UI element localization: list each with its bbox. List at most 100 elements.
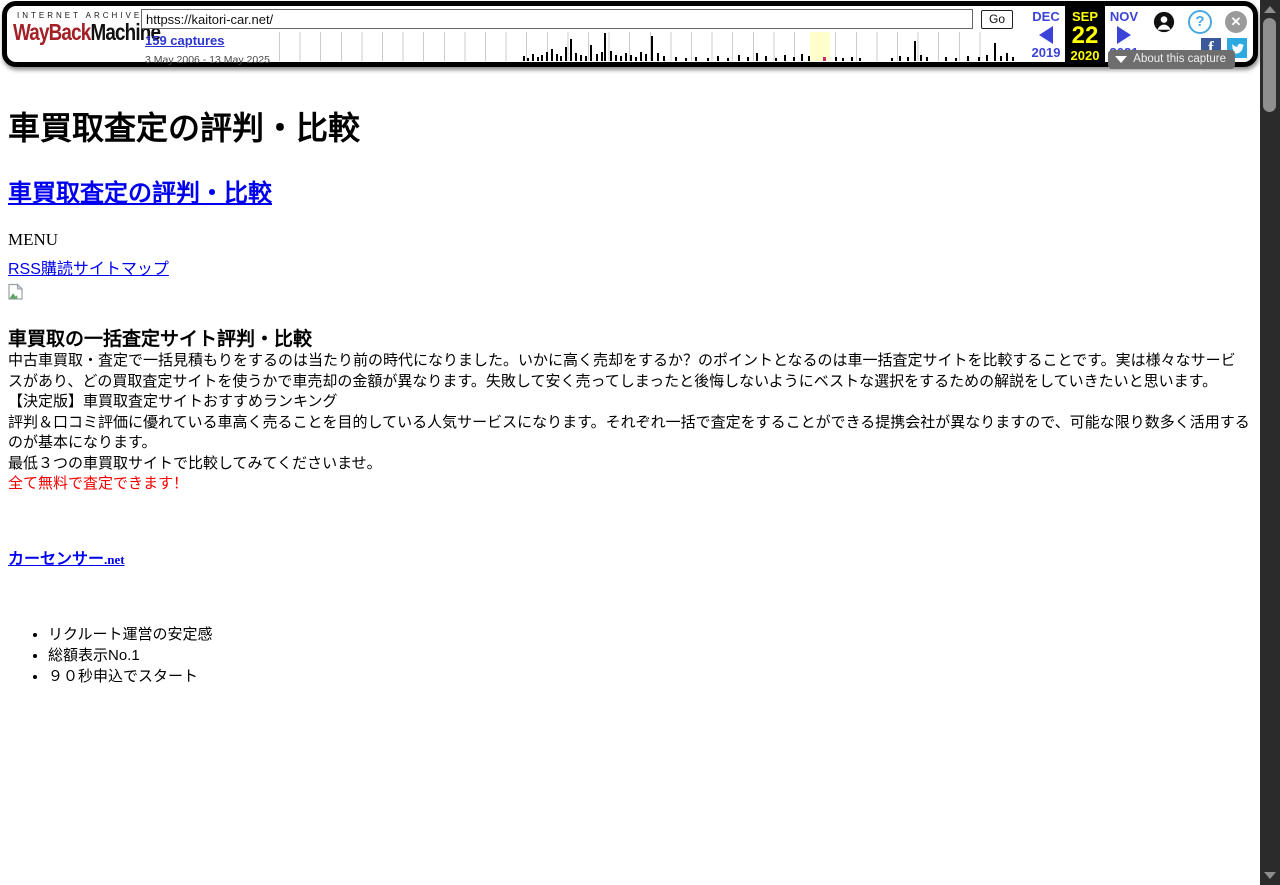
capture-bar[interactable]: [551, 49, 553, 61]
capture-bar[interactable]: [801, 54, 803, 61]
capture-bar[interactable]: [695, 57, 697, 61]
prev-year-label[interactable]: 2019: [1032, 45, 1061, 60]
capture-bar[interactable]: [793, 57, 795, 61]
capture-bar[interactable]: [926, 57, 928, 61]
capture-bar[interactable]: [620, 56, 622, 61]
capture-bar[interactable]: [585, 56, 587, 61]
scroll-up-arrow-icon[interactable]: [1264, 6, 1276, 13]
capture-bar[interactable]: [570, 39, 572, 61]
prev-capture-column: DEC 2019: [1027, 7, 1065, 61]
scrollbar-thumb[interactable]: [1263, 18, 1276, 112]
capture-bar[interactable]: [978, 57, 980, 61]
archived-page-content: 車買取査定の評判・比較 車買取査定の評判・比較 MENU RSS購読サイトマップ…: [8, 103, 1250, 687]
capture-bar[interactable]: [685, 58, 687, 61]
capture-bar[interactable]: [986, 55, 988, 61]
capture-bar[interactable]: [527, 58, 529, 61]
captures-date-range: 3 May 2006 - 13 May 2025: [145, 54, 277, 66]
capture-bar[interactable]: [560, 56, 562, 61]
capture-bar[interactable]: [640, 52, 642, 61]
capture-bar[interactable]: [663, 56, 665, 61]
capture-bar[interactable]: [635, 57, 637, 61]
toolbar-middle: Go 159 captures 3 May 2006 - 13 May 2025: [141, 7, 1021, 61]
captures-count-link[interactable]: 159 captures: [145, 33, 225, 48]
about-this-capture-label: About this capture: [1133, 53, 1226, 65]
capture-bar[interactable]: [899, 56, 901, 61]
capture-bar[interactable]: [891, 58, 893, 61]
capture-bar[interactable]: [920, 55, 922, 61]
help-icon[interactable]: ?: [1188, 10, 1212, 34]
capture-bar[interactable]: [604, 33, 606, 61]
capture-bar[interactable]: [775, 58, 777, 61]
list-item: ９０秒申込でスタート: [48, 666, 1250, 687]
capture-bar[interactable]: [859, 58, 861, 61]
page-title: 車買取査定の評判・比較: [8, 103, 1250, 149]
user-account-icon[interactable]: [1153, 11, 1175, 33]
capture-bar[interactable]: [851, 57, 853, 61]
capture-bar[interactable]: [675, 57, 677, 61]
review-paragraph: 評判＆口コミ評価に優れている車高く売ることを目的している人気サービスになります。…: [8, 413, 1250, 454]
about-this-capture-button[interactable]: About this capture: [1108, 50, 1235, 69]
capture-bar[interactable]: [596, 54, 598, 61]
page-scrollbar[interactable]: [1260, 0, 1280, 885]
capture-bar[interactable]: [994, 43, 996, 61]
capture-bar[interactable]: [727, 58, 729, 61]
capture-bar[interactable]: [601, 52, 603, 61]
capture-bar[interactable]: [756, 53, 758, 61]
capture-bar[interactable]: [842, 58, 844, 61]
capture-bar[interactable]: [651, 36, 653, 61]
section-heading: 車買取の一括査定サイト評判・比較: [8, 324, 1250, 351]
capture-bar[interactable]: [1006, 53, 1008, 61]
capture-bar[interactable]: [967, 56, 969, 61]
capture-bar[interactable]: [955, 58, 957, 61]
capture-bar[interactable]: [1012, 57, 1014, 61]
capture-bar[interactable]: [532, 54, 534, 61]
capture-bar[interactable]: [575, 53, 577, 61]
capture-bar[interactable]: [784, 55, 786, 61]
capture-bar[interactable]: [657, 53, 659, 61]
capture-bar[interactable]: [537, 57, 539, 61]
wayback-logo[interactable]: INTERNET ARCHIVE WayBackMachine: [13, 7, 137, 61]
capture-bar[interactable]: [541, 55, 543, 61]
archive-url-input[interactable]: [141, 9, 973, 29]
current-capture-highlight[interactable]: [810, 32, 830, 61]
capture-bar[interactable]: [546, 52, 548, 61]
prev-capture-arrow-icon[interactable]: [1039, 26, 1053, 44]
capture-bar[interactable]: [1000, 56, 1002, 61]
capture-bar[interactable]: [590, 45, 592, 61]
capture-bar[interactable]: [914, 41, 916, 61]
site-title-heading: 車買取査定の評判・比較: [8, 173, 1250, 208]
capture-bar[interactable]: [645, 54, 647, 61]
site-title-link[interactable]: 車買取査定の評判・比較: [8, 180, 272, 207]
capture-bar[interactable]: [565, 47, 567, 61]
capture-bar[interactable]: [523, 56, 525, 61]
broken-image-icon: [8, 283, 1250, 300]
capture-bar[interactable]: [738, 55, 740, 61]
capture-bar[interactable]: [747, 57, 749, 61]
go-button[interactable]: Go: [981, 10, 1013, 29]
next-capture-arrow-icon[interactable]: [1117, 26, 1131, 44]
capture-bar[interactable]: [808, 56, 810, 61]
chevron-down-icon: [1115, 56, 1127, 63]
current-capture-tick: [823, 57, 826, 61]
capture-bar[interactable]: [610, 51, 612, 61]
capture-bar[interactable]: [556, 54, 558, 61]
rss-line: RSS購読サイトマップ: [8, 255, 1250, 279]
capture-bar[interactable]: [615, 55, 617, 61]
capture-timeline[interactable]: [279, 32, 991, 61]
carsensor-link-jp: カーセンサー: [8, 551, 104, 568]
capture-bar[interactable]: [717, 56, 719, 61]
capture-bar[interactable]: [625, 53, 627, 61]
capture-bar[interactable]: [580, 55, 582, 61]
prev-month-label[interactable]: DEC: [1032, 9, 1059, 24]
capture-bar[interactable]: [630, 55, 632, 61]
capture-bar[interactable]: [907, 57, 909, 61]
next-month-label[interactable]: NOV: [1110, 9, 1138, 24]
capture-bar[interactable]: [835, 57, 837, 61]
capture-bar[interactable]: [945, 57, 947, 61]
scroll-down-arrow-icon[interactable]: [1264, 872, 1276, 879]
rss-sitemap-link[interactable]: RSS購読サイトマップ: [8, 261, 169, 278]
capture-bar[interactable]: [765, 56, 767, 61]
carsensor-link[interactable]: カーセンサー.net: [8, 551, 125, 568]
capture-bar[interactable]: [707, 58, 709, 61]
close-toolbar-icon[interactable]: ✕: [1225, 11, 1247, 33]
